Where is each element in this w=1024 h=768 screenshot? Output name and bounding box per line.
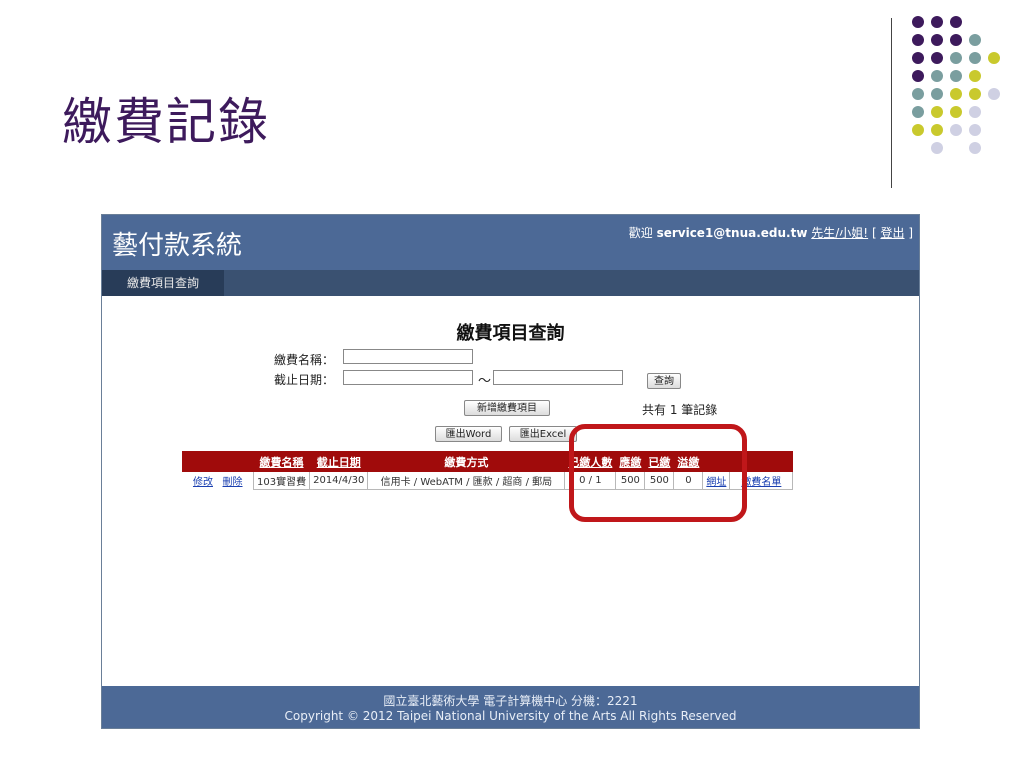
col-header-methods: 繳費方式 — [367, 451, 566, 472]
welcome-bar: 歡迎 service1@tnua.edu.tw 先生/小姐! [ 登出 ] — [629, 224, 913, 241]
decorative-dot — [931, 106, 943, 118]
decorative-dot — [931, 124, 943, 136]
decorative-dot — [931, 70, 943, 82]
decorative-dot — [931, 88, 943, 100]
user-email: service1@tnua.edu.tw — [656, 226, 808, 240]
decorative-dot — [912, 16, 924, 28]
col-header-deadline[interactable]: 截止日期 — [309, 451, 369, 472]
col-header-paid[interactable]: 已繳 — [644, 451, 675, 472]
col-header-actions — [182, 451, 254, 472]
col-header-list — [729, 451, 794, 472]
fee-items-table: 繳費名稱 截止日期 繳費方式 已繳人數 應繳 已繳 溢繳 修改 刪除 103實習… — [182, 451, 794, 490]
col-header-paid-count[interactable]: 已繳人數 — [564, 451, 617, 472]
app-screenshot: 藝付款系統 歡迎 service1@tnua.edu.tw 先生/小姐! [ 登… — [101, 214, 920, 729]
footer-contact: 國立臺北藝術大學 電子計算機中心 分機：2221 — [383, 694, 638, 708]
table-header-row: 繳費名稱 截止日期 繳費方式 已繳人數 應繳 已繳 溢繳 — [182, 451, 794, 472]
nav-tab-query[interactable]: 繳費項目查詢 — [102, 270, 224, 296]
url-link[interactable]: 網址 — [706, 477, 726, 488]
export-word-button[interactable]: 匯出Word — [435, 426, 502, 442]
decorative-dot — [950, 124, 962, 136]
delete-link[interactable]: 刪除 — [223, 477, 243, 488]
bracket-open: [ — [871, 226, 877, 240]
row-actions-cell: 修改 刪除 — [183, 472, 254, 490]
cell-due: 500 — [615, 471, 646, 490]
page-heading: 繳費項目查詢 — [456, 323, 565, 344]
slide-title: 繳費記錄 — [62, 93, 270, 151]
cell-paid-count: 0 / 1 — [564, 471, 617, 490]
query-button[interactable]: 查詢 — [647, 373, 681, 389]
cell-methods: 信用卡 / WebATM / 匯款 / 超商 / 郵局 — [367, 471, 566, 490]
decorative-dot — [969, 34, 981, 46]
decorative-dot — [912, 34, 924, 46]
record-count: 共有 1 筆記錄 — [642, 403, 718, 417]
decorative-dot — [969, 52, 981, 64]
decorative-dot — [950, 34, 962, 46]
decorative-dot — [950, 106, 962, 118]
slide-divider — [891, 18, 892, 188]
table-row: 修改 刪除 103實習費 2014/4/30 信用卡 / WebATM / 匯款… — [183, 471, 794, 490]
logout-link[interactable]: 登出 — [880, 226, 904, 240]
decorative-dot — [912, 70, 924, 82]
decorative-dot — [912, 124, 924, 136]
footer-copyright: Copyright © 2012 Taipei National Univers… — [284, 709, 737, 723]
payer-list-link[interactable]: 繳費名單 — [741, 477, 781, 488]
app-header: 藝付款系統 歡迎 service1@tnua.edu.tw 先生/小姐! [ 登… — [102, 215, 919, 270]
date-range-tilde: ～ — [478, 374, 492, 389]
cell-name: 103實習費 — [252, 471, 311, 490]
decorative-dot — [950, 52, 962, 64]
cell-url: 網址 — [702, 471, 731, 490]
decorative-dot — [931, 16, 943, 28]
decorative-dot — [931, 34, 943, 46]
welcome-prefix: 歡迎 — [628, 226, 653, 240]
cell-deadline: 2014/4/30 — [309, 471, 369, 490]
decorative-dot — [988, 88, 1000, 100]
name-label: 繳費名稱： — [274, 353, 335, 367]
col-header-link — [702, 451, 731, 472]
decorative-dot — [931, 52, 943, 64]
add-item-button[interactable]: 新增繳費項目 — [464, 400, 550, 416]
col-header-name[interactable]: 繳費名稱 — [252, 451, 311, 472]
col-header-overpaid[interactable]: 溢繳 — [673, 451, 704, 472]
decorative-dot — [912, 106, 924, 118]
date-from-input[interactable] — [343, 370, 473, 385]
decorative-dot — [950, 16, 962, 28]
edit-link[interactable]: 修改 — [193, 477, 213, 488]
cell-paid: 500 — [644, 471, 675, 490]
decorative-dot — [931, 142, 943, 154]
decorative-dot — [969, 88, 981, 100]
app-footer: 國立臺北藝術大學 電子計算機中心 分機：2221 Copyright © 201… — [102, 686, 919, 728]
bracket-close: ] — [908, 226, 913, 240]
cell-overpaid: 0 — [673, 471, 704, 490]
decorative-dot — [969, 142, 981, 154]
decorative-dot — [912, 88, 924, 100]
export-excel-button[interactable]: 匯出Excel — [509, 426, 577, 442]
date-label: 截止日期： — [274, 373, 335, 387]
decorative-dot — [950, 70, 962, 82]
decorative-dot — [969, 124, 981, 136]
app-nav: 繳費項目查詢 — [102, 270, 919, 296]
name-input[interactable] — [343, 349, 473, 364]
decorative-dot — [988, 52, 1000, 64]
app-logo: 藝付款系統 — [112, 231, 243, 261]
date-to-input[interactable] — [493, 370, 623, 385]
decorative-dot — [912, 52, 924, 64]
honorific-link[interactable]: 先生/小姐! — [811, 226, 868, 240]
cell-payer-list: 繳費名單 — [729, 471, 794, 490]
decorative-dot — [969, 106, 981, 118]
col-header-due[interactable]: 應繳 — [615, 451, 646, 472]
decorative-dot — [969, 70, 981, 82]
decorative-dot — [950, 88, 962, 100]
